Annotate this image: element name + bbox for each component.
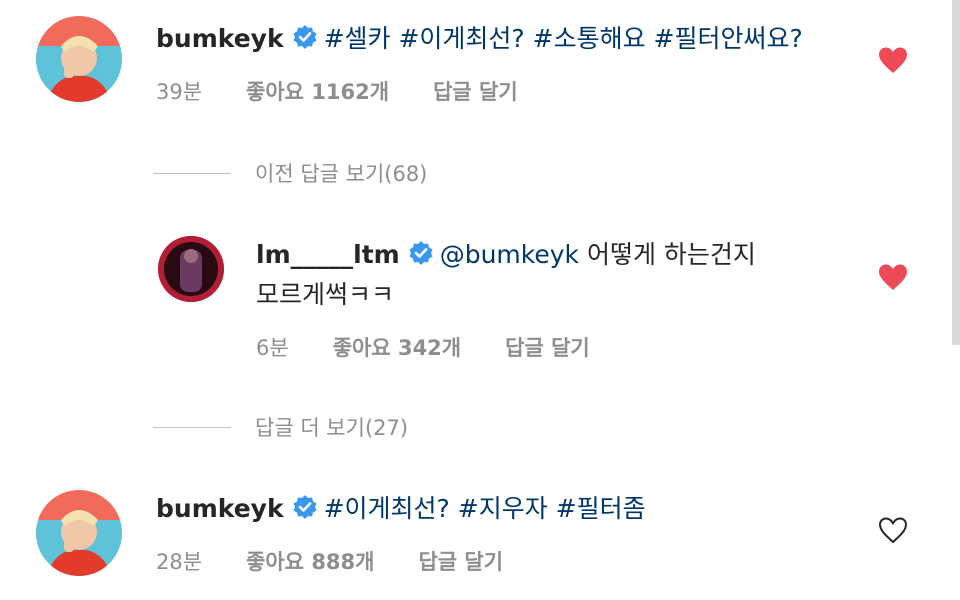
verified-badge-icon <box>292 493 318 531</box>
comment-text[interactable]: #셀카 #이게최선? #소통해요 #필터안써요? <box>324 24 803 53</box>
reply-button[interactable]: 답글 달기 <box>418 550 503 574</box>
username[interactable]: bumkeyk <box>156 494 284 523</box>
likes-count[interactable]: 좋아요 342개 <box>333 336 461 360</box>
view-more-replies-button[interactable]: 답글 더 보기(27) <box>153 412 408 442</box>
reply-button[interactable]: 답글 달기 <box>433 80 518 104</box>
comment-meta: 39분 좋아요 1162개 답글 달기 <box>156 76 562 106</box>
view-previous-replies-button[interactable]: 이전 답글 보기(68) <box>153 158 427 188</box>
divider-line <box>153 172 231 174</box>
scrollbar[interactable] <box>952 0 960 345</box>
avatar[interactable] <box>36 16 122 102</box>
verified-badge-icon <box>292 23 318 61</box>
mention-link[interactable]: @bumkeyk <box>440 240 579 269</box>
view-previous-replies-label: 이전 답글 보기(68) <box>255 162 428 186</box>
heart-icon[interactable] <box>878 263 908 295</box>
comment-meta: 28분 좋아요 888개 답글 달기 <box>156 546 547 576</box>
comment-text[interactable]: #이게최선? #지우자 #필터좀 <box>324 494 646 523</box>
avatar[interactable] <box>36 490 122 576</box>
heart-outline-icon[interactable] <box>878 516 908 548</box>
avatar[interactable] <box>158 236 224 302</box>
comment-time: 28분 <box>156 550 203 574</box>
reply-button[interactable]: 답글 달기 <box>505 336 590 360</box>
likes-count[interactable]: 좋아요 1162개 <box>246 80 389 104</box>
comment-time: 39분 <box>156 80 203 104</box>
username[interactable]: bumkeyk <box>156 24 284 53</box>
username[interactable]: lm_____ltm <box>256 240 400 269</box>
comment-text-continued: 모르게썩ㅋㅋ <box>256 280 395 309</box>
likes-count[interactable]: 좋아요 888개 <box>246 550 374 574</box>
divider-line <box>153 426 231 428</box>
heart-icon[interactable] <box>878 46 908 78</box>
comment-text: 어떻게 하는건지 <box>579 240 756 269</box>
view-more-replies-label: 답글 더 보기(27) <box>255 416 409 440</box>
verified-badge-icon <box>408 239 434 277</box>
comment-meta: 6분 좋아요 342개 답글 달기 <box>256 332 634 362</box>
comment-time: 6분 <box>256 336 289 360</box>
